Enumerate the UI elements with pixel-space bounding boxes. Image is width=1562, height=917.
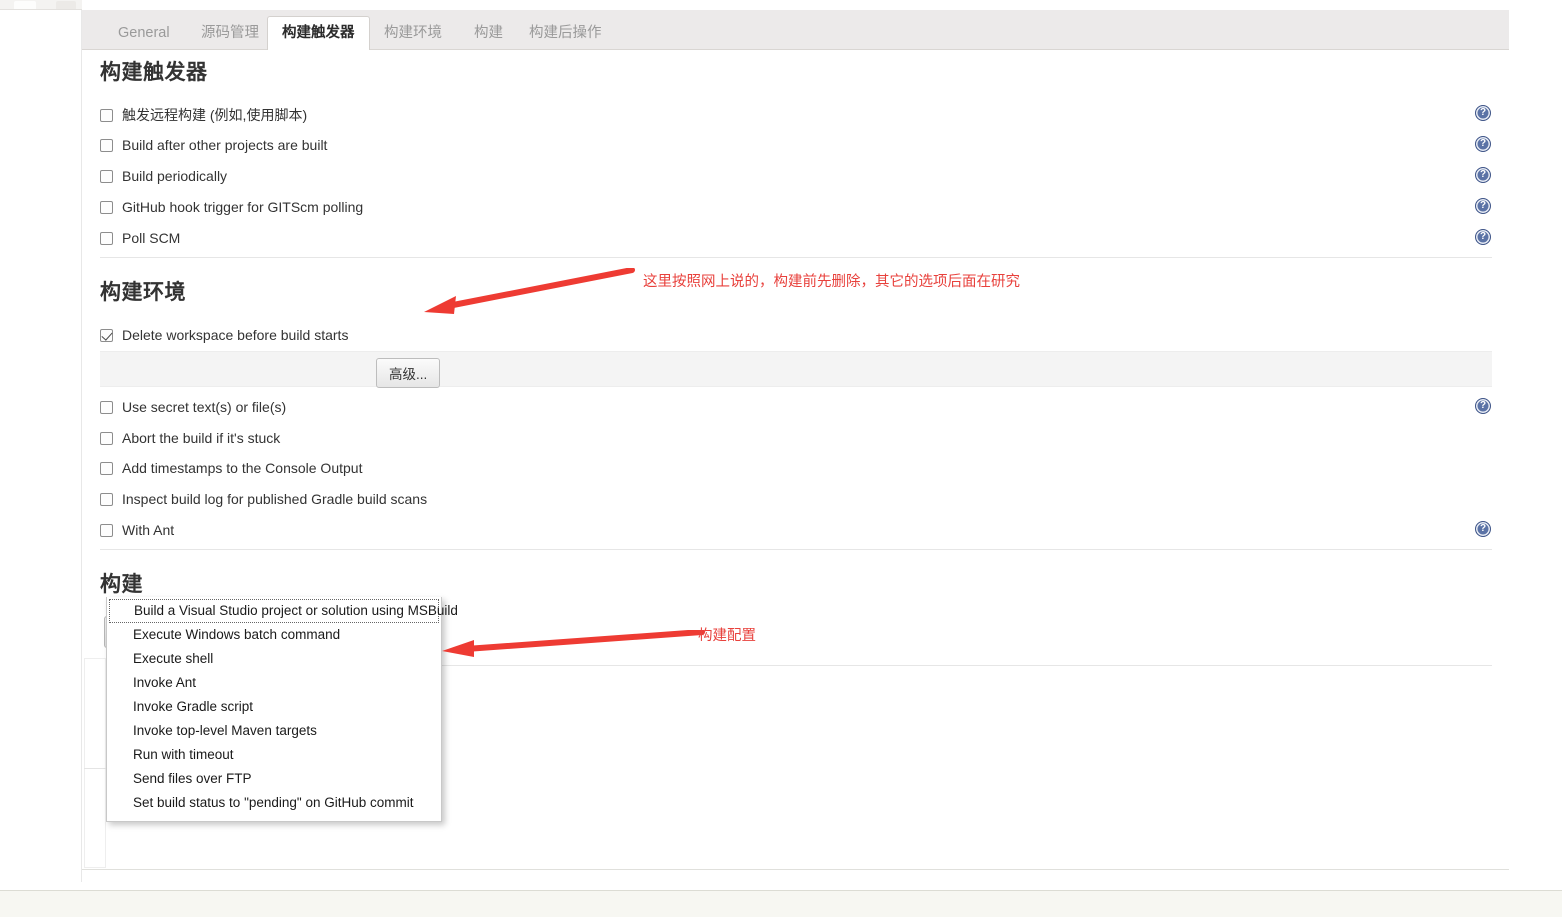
checkbox-label-trigger-remote[interactable]: 触发远程构建 (例如,使用脚本) — [122, 105, 307, 125]
checkbox-row-use-secret-text[interactable]: Use secret text(s) or file(s) — [100, 395, 286, 419]
page-left-gutter — [0, 10, 82, 882]
checkbox-build-periodically[interactable] — [100, 169, 113, 183]
browser-tab-ghost-secondary[interactable] — [56, 1, 76, 9]
checkbox-trigger-remote[interactable] — [100, 108, 113, 122]
help-icon-build-periodically[interactable]: ? — [1475, 167, 1491, 183]
divider-after-build-triggers — [100, 257, 1492, 258]
help-icon-glyph: ? — [1479, 169, 1487, 180]
advanced-options-bar: 高级... — [100, 351, 1492, 388]
checkbox-label-use-secret-text[interactable]: Use secret text(s) or file(s) — [122, 399, 286, 415]
checkbox-label-github-hook[interactable]: GitHub hook trigger for GITScm polling — [122, 199, 363, 215]
checkbox-label-delete-workspace[interactable]: Delete workspace before build starts — [122, 327, 348, 343]
page-bottom-band — [0, 891, 1562, 917]
help-icon-github-hook[interactable]: ? — [1475, 198, 1491, 214]
checkbox-with-ant[interactable] — [100, 523, 113, 537]
tab-build-triggers[interactable]: 构建触发器 — [267, 16, 370, 50]
checkbox-github-hook[interactable] — [100, 200, 113, 214]
checkbox-poll-scm[interactable] — [100, 231, 113, 245]
checkbox-row-delete-workspace[interactable]: Delete workspace before build starts — [100, 323, 348, 347]
help-icon-glyph: ? — [1479, 138, 1487, 149]
checkbox-row-poll-scm[interactable]: Poll SCM — [100, 226, 180, 250]
divider-after-build-environment — [100, 549, 1492, 550]
checkbox-row-build-after-projects[interactable]: Build after other projects are built — [100, 133, 327, 157]
help-icon-with-ant[interactable]: ? — [1475, 521, 1491, 537]
menu-item-set-build-status[interactable]: Set build status to "pending" on GitHub … — [107, 791, 441, 815]
checkbox-label-poll-scm[interactable]: Poll SCM — [122, 230, 180, 246]
annotation-text-build-config: 构建配置 — [698, 628, 756, 644]
tab-build-environment[interactable]: 构建环境 — [370, 18, 456, 50]
obscured-panel-edge — [84, 658, 106, 868]
checkbox-row-with-ant[interactable]: With Ant — [100, 518, 174, 542]
tab-post-build-actions[interactable]: 构建后操作 — [515, 18, 616, 50]
checkbox-row-github-hook[interactable]: GitHub hook trigger for GITScm polling — [100, 195, 363, 219]
checkbox-use-secret-text[interactable] — [100, 400, 113, 414]
help-icon-glyph: ? — [1479, 523, 1487, 534]
help-icon-glyph: ? — [1479, 231, 1487, 242]
checkbox-delete-workspace[interactable] — [100, 328, 113, 342]
checkbox-row-trigger-remote[interactable]: 触发远程构建 (例如,使用脚本) — [100, 103, 307, 127]
checkbox-abort-stuck-build[interactable] — [100, 431, 113, 445]
checkbox-inspect-gradle-scans[interactable] — [100, 492, 113, 506]
help-icon-glyph: ? — [1479, 107, 1487, 118]
menu-item-run-with-timeout[interactable]: Run with timeout — [107, 743, 441, 767]
checkbox-label-abort-stuck-build[interactable]: Abort the build if it's stuck — [122, 430, 280, 446]
menu-item-send-files-ftp[interactable]: Send files over FTP — [107, 767, 441, 791]
checkbox-row-inspect-gradle-scans[interactable]: Inspect build log for published Gradle b… — [100, 487, 427, 511]
help-icon-trigger-remote[interactable]: ? — [1475, 105, 1491, 121]
checkbox-label-add-timestamps[interactable]: Add timestamps to the Console Output — [122, 460, 362, 476]
menu-item-windows-batch[interactable]: Execute Windows batch command — [107, 623, 441, 647]
obscured-divider — [84, 768, 108, 769]
help-icon-build-after-projects[interactable]: ? — [1475, 136, 1491, 152]
help-icon-use-secret-text[interactable]: ? — [1475, 398, 1491, 414]
tab-source-management[interactable]: 源码管理 — [187, 18, 273, 50]
screenshot-root: General 源码管理 构建触发器 构建环境 构建 构建后操作 构建触发器 触… — [0, 0, 1562, 917]
browser-chrome-sliver — [0, 0, 82, 10]
menu-item-invoke-ant[interactable]: Invoke Ant — [107, 671, 441, 695]
config-tabbar: General 源码管理 构建触发器 构建环境 构建 构建后操作 — [82, 10, 1509, 50]
menu-item-msbuild[interactable]: Build a Visual Studio project or solutio… — [109, 599, 458, 623]
advanced-button-wrap: 高级... — [376, 358, 441, 388]
menu-item-execute-shell[interactable]: Execute shell — [107, 647, 441, 671]
help-icon-glyph: ? — [1479, 200, 1487, 211]
checkbox-row-abort-stuck-build[interactable]: Abort the build if it's stuck — [100, 426, 280, 450]
checkbox-row-add-timestamps[interactable]: Add timestamps to the Console Output — [100, 456, 362, 480]
help-icon-poll-scm[interactable]: ? — [1475, 229, 1491, 245]
build-step-dropdown-menu[interactable]: Build a Visual Studio project or solutio… — [106, 597, 458, 822]
checkbox-build-after-projects[interactable] — [100, 138, 113, 152]
section-title-build-environment: 构建环境 — [100, 281, 186, 304]
menu-item-invoke-maven[interactable]: Invoke top-level Maven targets — [107, 719, 441, 743]
checkbox-label-build-periodically[interactable]: Build periodically — [122, 168, 227, 184]
annotation-text-build-environment: 这里按照网上说的，构建前先删除，其它的选项后面在研究 — [643, 274, 1020, 290]
checkbox-label-build-after-projects[interactable]: Build after other projects are built — [122, 137, 327, 153]
checkbox-label-inspect-gradle-scans[interactable]: Inspect build log for published Gradle b… — [122, 491, 427, 507]
checkbox-label-with-ant[interactable]: With Ant — [122, 522, 174, 538]
panel-bottom-edge — [82, 869, 1509, 870]
advanced-button[interactable]: 高级... — [376, 358, 441, 388]
browser-tab-ghost[interactable] — [14, 1, 36, 9]
checkbox-add-timestamps[interactable] — [100, 461, 113, 475]
section-title-build: 构建 — [100, 573, 143, 596]
menu-item-invoke-gradle[interactable]: Invoke Gradle script — [107, 695, 441, 719]
tab-general[interactable]: General — [104, 18, 184, 50]
help-icon-glyph: ? — [1479, 400, 1487, 411]
tab-build[interactable]: 构建 — [460, 18, 517, 50]
checkbox-row-build-periodically[interactable]: Build periodically — [100, 164, 227, 188]
section-title-build-triggers: 构建触发器 — [100, 61, 208, 84]
